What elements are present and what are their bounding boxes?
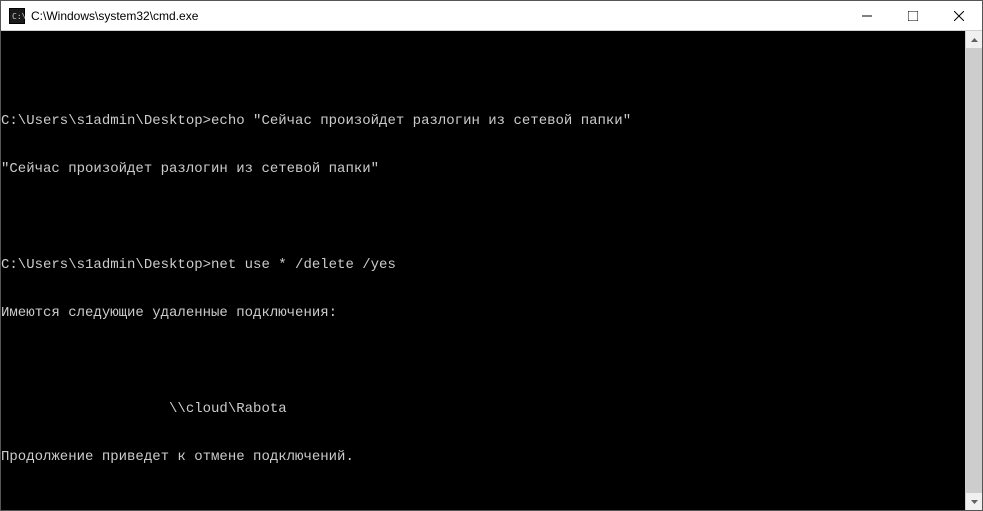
cmd-icon: C:\ (9, 8, 25, 24)
window-controls (844, 1, 982, 30)
cmd-window: C:\ C:\Windows\system32\cmd.exe (0, 0, 983, 511)
scroll-up-button[interactable] (966, 31, 982, 48)
chevron-up-icon (971, 38, 978, 42)
titlebar[interactable]: C:\ C:\Windows\system32\cmd.exe (1, 1, 982, 31)
scroll-down-button[interactable] (966, 493, 982, 510)
scroll-track[interactable] (966, 48, 982, 493)
svg-text:C:\: C:\ (12, 12, 25, 21)
terminal-line: Продолжение приведет к отмене подключени… (1, 449, 965, 465)
scroll-thumb[interactable] (966, 48, 982, 493)
window-title: C:\Windows\system32\cmd.exe (31, 9, 844, 23)
terminal-line: \\cloud\Rabota (1, 401, 965, 417)
terminal-line (1, 497, 965, 510)
chevron-down-icon (971, 500, 978, 504)
terminal-line (1, 209, 965, 225)
terminal-line: Имеются следующие удаленные подключения: (1, 305, 965, 321)
content-area: C:\Users\s1admin\Desktop>echo "Сейчас пр… (1, 31, 982, 510)
minimize-icon (862, 11, 872, 21)
maximize-icon (908, 11, 918, 21)
terminal-line (1, 65, 965, 81)
vertical-scrollbar[interactable] (965, 31, 982, 510)
minimize-button[interactable] (844, 1, 890, 30)
close-button[interactable] (936, 1, 982, 30)
terminal-line: "Сейчас произойдет разлогин из сетевой п… (1, 161, 965, 177)
close-icon (954, 11, 964, 21)
terminal-line (1, 353, 965, 369)
maximize-button[interactable] (890, 1, 936, 30)
terminal-line: C:\Users\s1admin\Desktop>echo "Сейчас пр… (1, 113, 965, 129)
terminal-output[interactable]: C:\Users\s1admin\Desktop>echo "Сейчас пр… (1, 31, 965, 510)
terminal-line: C:\Users\s1admin\Desktop>net use * /dele… (1, 257, 965, 273)
